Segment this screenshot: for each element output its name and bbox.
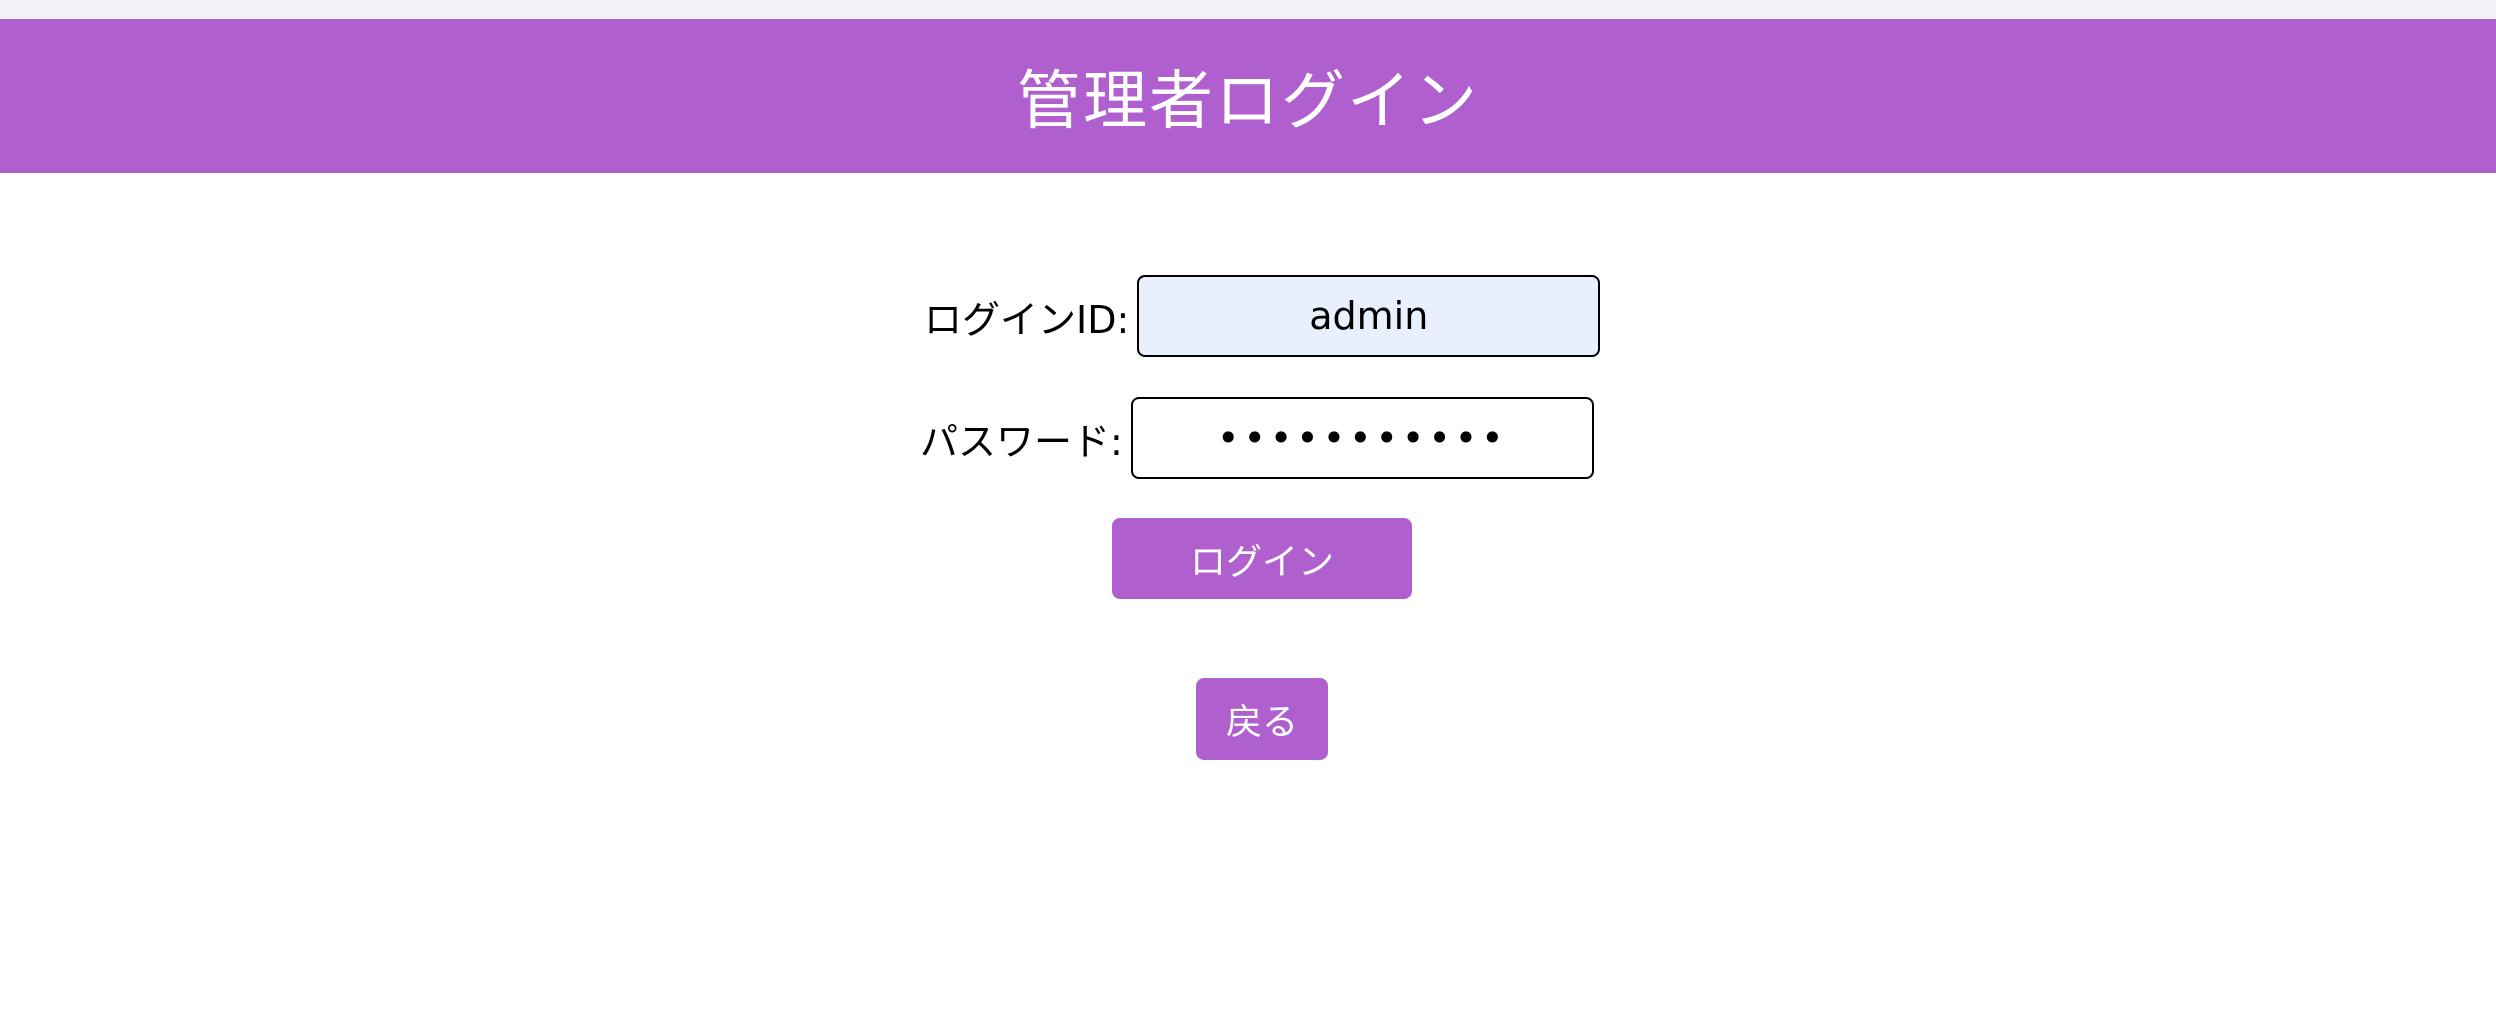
login-id-row: ログインID: bbox=[924, 275, 1601, 357]
password-label: パスワード: bbox=[920, 419, 1123, 464]
login-button[interactable]: ログイン bbox=[1112, 518, 1412, 599]
password-input[interactable] bbox=[1130, 397, 1594, 479]
login-id-label: ログインID: bbox=[924, 297, 1130, 342]
password-row: パスワード: bbox=[920, 397, 1594, 479]
login-id-input[interactable] bbox=[1137, 275, 1601, 357]
page-header: 管理者ログイン bbox=[0, 19, 2496, 173]
top-strip bbox=[0, 0, 2496, 19]
page-title: 管理者ログイン bbox=[1017, 65, 1479, 139]
back-button[interactable]: 戻る bbox=[1196, 678, 1328, 760]
